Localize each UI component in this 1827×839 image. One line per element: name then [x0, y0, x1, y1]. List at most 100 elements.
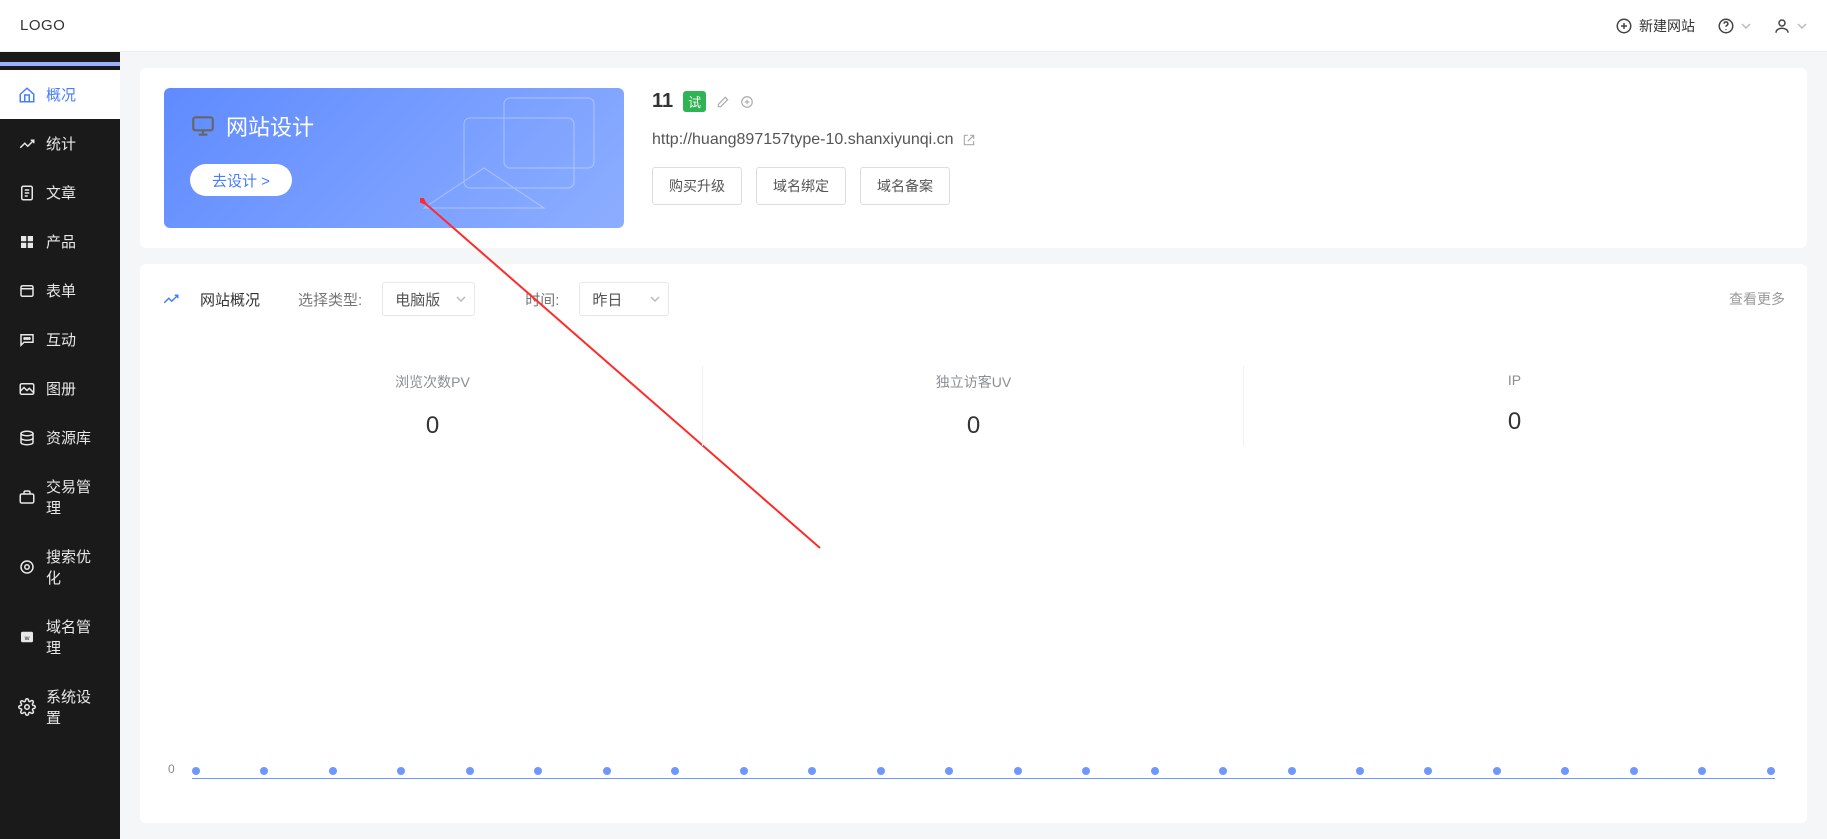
chart-point [1014, 767, 1022, 775]
svg-text:w: w [24, 635, 30, 642]
site-summary-card: 网站设计 去设计 > 11 试 http://huang897157type-1 [140, 68, 1807, 248]
new-site-button[interactable]: 新建网站 [1615, 16, 1695, 36]
gear-icon [18, 698, 36, 716]
chevron-down-icon [650, 296, 660, 302]
nav-label: 概况 [46, 84, 76, 105]
chart-point [1767, 767, 1775, 775]
nav-stats[interactable]: 统计 [0, 119, 120, 168]
open-url-button[interactable] [962, 133, 976, 147]
stat-uv: 独立访客UV 0 [703, 372, 1244, 440]
nav-label: 互动 [46, 329, 76, 350]
stat-value: 0 [1244, 408, 1785, 436]
nav-seo[interactable]: 搜索优化 [0, 532, 120, 602]
site-url[interactable]: http://huang897157type-10.shanxiyunqi.cn [652, 131, 954, 149]
domain-bind-button[interactable]: 域名绑定 [756, 167, 846, 205]
chart-point [329, 767, 337, 775]
chart-point [466, 767, 474, 775]
nav-resources[interactable]: 资源库 [0, 413, 120, 462]
overview-header: 网站概况 选择类型: 电脑版 时间: 昨日 查看更多 [162, 282, 1785, 316]
globe-icon: w [18, 628, 36, 646]
form-icon [18, 282, 36, 300]
stat-row: 浏览次数PV 0 独立访客UV 0 IP 0 [162, 372, 1785, 440]
logo: LOGO [20, 17, 65, 34]
nav-label: 系统设置 [46, 686, 102, 728]
nav-label: 产品 [46, 231, 76, 252]
view-more-link[interactable]: 查看更多 [1729, 289, 1785, 309]
chart-point [808, 767, 816, 775]
nav-label: 域名管理 [46, 616, 102, 658]
site-name: 11 [652, 90, 673, 113]
design-deco-icon [164, 88, 624, 228]
domain-beian-button[interactable]: 域名备案 [860, 167, 950, 205]
stat-value: 0 [162, 412, 703, 440]
grid-icon [18, 233, 36, 251]
chart-point [1219, 767, 1227, 775]
nav-label: 文章 [46, 182, 76, 203]
nav-label: 统计 [46, 133, 76, 154]
design-tile: 网站设计 去设计 > [164, 88, 624, 228]
design-title: 网站设计 [190, 110, 598, 142]
chevron-down-icon [456, 296, 466, 302]
type-select[interactable]: 电脑版 [382, 282, 475, 316]
chart: 0 [162, 460, 1785, 805]
chart-point [1630, 767, 1638, 775]
nav-gallery[interactable]: 图册 [0, 364, 120, 413]
chart-point [1698, 767, 1706, 775]
go-design-button[interactable]: 去设计 > [190, 164, 292, 196]
buy-upgrade-button[interactable]: 购买升级 [652, 167, 742, 205]
time-value: 昨日 [592, 289, 622, 310]
chart-point [1082, 767, 1090, 775]
chart-point [1288, 767, 1296, 775]
nav-interaction[interactable]: 互动 [0, 315, 120, 364]
home-icon [18, 86, 36, 104]
stat-value: 0 [703, 412, 1244, 440]
design-title-text: 网站设计 [226, 110, 314, 142]
type-label: 选择类型: [298, 289, 362, 310]
nav-domain[interactable]: w 域名管理 [0, 602, 120, 672]
stat-label: IP [1244, 372, 1785, 388]
chevron-down-icon [1797, 23, 1807, 29]
nav-forms[interactable]: 表单 [0, 266, 120, 315]
nav-overview[interactable]: 概况 [0, 70, 120, 119]
content: 网站设计 去设计 > 11 试 http://huang897157type-1 [120, 52, 1827, 839]
chart-points [192, 767, 1775, 775]
add-button[interactable] [740, 95, 754, 109]
nav-settings[interactable]: 系统设置 [0, 672, 120, 742]
target-icon [18, 558, 36, 576]
chart-point [192, 767, 200, 775]
time-label: 时间: [525, 289, 559, 310]
chart-point [397, 767, 405, 775]
nav-label: 搜索优化 [46, 546, 102, 588]
chart-point [603, 767, 611, 775]
chart-line-icon [162, 290, 180, 308]
site-action-row: 购买升级 域名绑定 域名备案 [652, 167, 1783, 205]
document-icon [18, 184, 36, 202]
type-value: 电脑版 [395, 289, 440, 310]
chart-point [534, 767, 542, 775]
chart-point [671, 767, 679, 775]
time-select[interactable]: 昨日 [579, 282, 669, 316]
image-icon [18, 380, 36, 398]
chart-y0-label: 0 [168, 762, 175, 776]
account-button[interactable] [1773, 17, 1807, 35]
help-icon [1717, 17, 1735, 35]
edit-name-button[interactable] [716, 95, 730, 109]
stat-label: 独立访客UV [703, 372, 1244, 392]
nav-articles[interactable]: 文章 [0, 168, 120, 217]
chart-point [1151, 767, 1159, 775]
stat-label: 浏览次数PV [162, 372, 703, 392]
chevron-down-icon [1741, 23, 1751, 29]
chart-point [1493, 767, 1501, 775]
trial-badge: 试 [683, 91, 706, 112]
help-button[interactable] [1717, 17, 1751, 35]
briefcase-icon [18, 488, 36, 506]
chart-point [740, 767, 748, 775]
sidebar-accent [0, 62, 120, 66]
chart-point [1424, 767, 1432, 775]
chart-point [1561, 767, 1569, 775]
new-site-label: 新建网站 [1639, 16, 1695, 36]
nav-products[interactable]: 产品 [0, 217, 120, 266]
overview-card: 网站概况 选择类型: 电脑版 时间: 昨日 查看更多 浏览次数PV 0 [140, 264, 1807, 823]
plus-circle-icon [1615, 17, 1633, 35]
nav-trade[interactable]: 交易管理 [0, 462, 120, 532]
